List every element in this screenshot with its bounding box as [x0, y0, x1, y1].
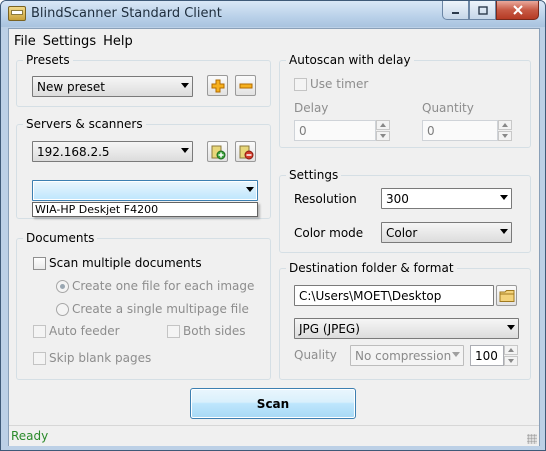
window-title: BlindScanner Standard Client: [31, 6, 222, 21]
quantity-field[interactable]: 0: [422, 120, 498, 141]
minimize-icon: [452, 11, 459, 14]
use-timer-checkbox[interactable]: [294, 78, 307, 91]
chevron-down-icon: [181, 148, 189, 153]
skip-blank-label: Skip blank pages: [49, 351, 152, 365]
add-preset-button[interactable]: [207, 75, 228, 96]
up-arrow-icon[interactable]: [504, 345, 518, 355]
folder-path-field[interactable]: C:\Users\MOET\Desktop: [294, 285, 494, 306]
close-button[interactable]: [496, 1, 539, 20]
scan-multiple-label: Scan multiple documents: [49, 256, 202, 270]
folder-icon: [499, 289, 514, 302]
resolution-select[interactable]: 300: [381, 188, 512, 209]
chevron-down-icon: [181, 83, 189, 88]
format-value: JPG (JPEG): [299, 321, 360, 336]
scanner-option[interactable]: WIA-HP Deskjet F4200: [35, 203, 158, 216]
minus-icon: [239, 83, 252, 88]
title-bar[interactable]: BlindScanner Standard Client: [1, 1, 545, 27]
use-timer-label: Use timer: [310, 77, 369, 91]
scanner-select[interactable]: [32, 180, 258, 201]
chevron-down-icon: [246, 187, 254, 192]
skip-blank-checkbox[interactable]: [33, 352, 46, 365]
chevron-down-icon: [500, 195, 508, 200]
down-arrow-icon[interactable]: [504, 356, 518, 366]
chevron-down-icon: [452, 352, 460, 357]
delay-field[interactable]: 0: [294, 120, 376, 141]
format-select[interactable]: JPG (JPEG): [294, 318, 519, 339]
multipage-radio[interactable]: [56, 303, 69, 316]
delay-label: Delay: [294, 101, 329, 115]
scan-multiple-checkbox[interactable]: [33, 257, 46, 270]
one-file-radio[interactable]: [56, 280, 69, 293]
autoscan-title: Autoscan with delay: [286, 53, 414, 67]
add-server-button[interactable]: [207, 141, 228, 162]
scanner-dropdown-list: WIA-HP Deskjet F4200: [32, 202, 258, 217]
auto-feeder-label: Auto feeder: [49, 324, 120, 338]
menu-help[interactable]: Help: [103, 34, 138, 49]
chevron-down-icon: [500, 229, 508, 234]
plus-icon: [211, 79, 224, 92]
preset-select-value: New preset: [37, 79, 105, 94]
remove-server-button[interactable]: [235, 141, 256, 162]
resolution-label: Resolution: [294, 192, 357, 206]
both-sides-checkbox[interactable]: [167, 325, 180, 338]
settings-title: Settings: [286, 168, 342, 182]
remove-server-icon: [239, 145, 253, 159]
auto-feeder-checkbox[interactable]: [33, 325, 46, 338]
both-sides-label: Both sides: [183, 324, 246, 338]
resolution-value: 300: [386, 191, 409, 206]
up-arrow-icon[interactable]: [376, 120, 390, 130]
status-bar: Ready: [9, 425, 539, 446]
one-file-label: Create one file for each image: [72, 279, 255, 293]
maximize-icon: [477, 5, 488, 15]
down-arrow-icon[interactable]: [498, 131, 512, 141]
presets-title: Presets: [23, 53, 73, 67]
minimize-button[interactable]: [442, 1, 469, 20]
menu-settings[interactable]: Settings: [43, 34, 101, 49]
quality-stepper-arrows[interactable]: [504, 345, 518, 366]
delay-stepper[interactable]: 0: [294, 120, 390, 141]
compression-select[interactable]: No compression: [350, 345, 464, 366]
servers-title: Servers & scanners: [23, 117, 146, 131]
color-mode-label: Color mode: [294, 226, 364, 240]
scan-button[interactable]: Scan: [190, 388, 356, 419]
quality-field[interactable]: 100: [470, 345, 504, 366]
documents-title: Documents: [23, 231, 98, 245]
preset-select[interactable]: New preset: [32, 76, 193, 97]
maximize-button[interactable]: [469, 1, 496, 20]
menu-file[interactable]: File: [14, 34, 41, 49]
app-window: BlindScanner Standard Client File Settin…: [0, 0, 546, 451]
remove-preset-button[interactable]: [235, 75, 256, 96]
server-select-value: 192.168.2.5: [37, 144, 110, 159]
resize-grip-icon[interactable]: [527, 434, 537, 444]
client-area: File Settings Help Presets New preset Se…: [8, 28, 540, 446]
multipage-label: Create a single multipage file: [72, 302, 249, 316]
scanner-app-icon: [8, 6, 26, 21]
quality-label: Quality: [294, 348, 337, 362]
server-select[interactable]: 192.168.2.5: [32, 141, 193, 162]
menu-bar: File Settings Help: [9, 29, 539, 53]
quantity-stepper-arrows[interactable]: [498, 120, 512, 141]
quantity-stepper[interactable]: 0: [422, 120, 512, 141]
destination-title: Destination folder & format: [286, 261, 457, 275]
up-arrow-icon[interactable]: [498, 120, 512, 130]
color-mode-value: Color: [386, 225, 418, 240]
quality-stepper[interactable]: 100: [470, 345, 518, 366]
close-icon: [512, 5, 523, 15]
browse-folder-button[interactable]: [496, 285, 517, 306]
status-text: Ready: [11, 429, 49, 443]
quantity-label: Quantity: [422, 101, 474, 115]
compression-value: No compression: [355, 348, 452, 363]
folder-path-value: C:\Users\MOET\Desktop: [299, 288, 442, 303]
down-arrow-icon[interactable]: [376, 131, 390, 141]
delay-stepper-arrows[interactable]: [376, 120, 390, 141]
color-mode-select[interactable]: Color: [381, 222, 512, 243]
chevron-down-icon: [507, 325, 515, 330]
window-controls: [442, 1, 539, 20]
add-server-icon: [211, 145, 225, 159]
